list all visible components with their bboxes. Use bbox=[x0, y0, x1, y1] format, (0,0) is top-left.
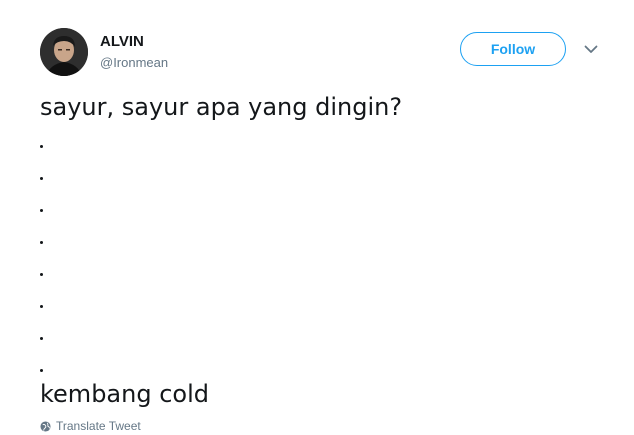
translate-tweet-link[interactable]: Translate Tweet bbox=[40, 418, 141, 434]
tweet-text-first-line: sayur, sayur apa yang dingin? bbox=[40, 93, 403, 121]
tweet-dot bbox=[40, 209, 43, 212]
user-handle[interactable]: @Ironmean bbox=[100, 55, 168, 71]
tweet-dot bbox=[40, 337, 43, 340]
tweet-dot bbox=[40, 369, 43, 372]
tweet-dot bbox=[40, 177, 43, 180]
chevron-down-icon[interactable] bbox=[582, 42, 600, 56]
translate-label: Translate Tweet bbox=[56, 419, 141, 433]
tweet-dot bbox=[40, 241, 43, 244]
tweet-text-punchline: kembang cold bbox=[40, 380, 209, 408]
avatar-photo bbox=[40, 28, 88, 76]
avatar[interactable] bbox=[40, 28, 88, 76]
follow-button[interactable]: Follow bbox=[460, 32, 566, 66]
tweet-dot bbox=[40, 273, 43, 276]
display-name[interactable]: ALVIN bbox=[100, 33, 144, 51]
tweet-dot bbox=[40, 305, 43, 308]
tweet-dot bbox=[40, 145, 43, 148]
globe-icon bbox=[40, 420, 51, 432]
tweet-card: ALVIN @Ironmean Follow sayur, sayur apa … bbox=[0, 0, 634, 435]
